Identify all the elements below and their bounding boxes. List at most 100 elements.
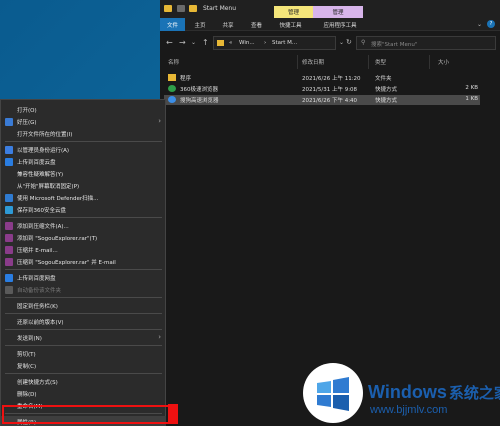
ribbon-tab-0[interactable]: 文件 (160, 18, 185, 31)
menu-item-label: 以管理员身份运行(A) (17, 148, 70, 154)
rar-icon (5, 222, 13, 230)
column-divider[interactable] (368, 55, 369, 69)
menu-item-delete[interactable]: 删除(D) (1, 388, 166, 400)
watermark-brand-en: Windows (368, 382, 447, 402)
file-name: 程序 (180, 76, 192, 82)
column-header-name[interactable]: 名称 (168, 58, 179, 68)
menu-item-label: 添加到 "SogouExplorer.rar"(T) (17, 236, 98, 242)
menu-item-unpin-start[interactable]: 从"开始"屏幕取消固定(P) (1, 180, 166, 192)
menu-item-upload-baidu-2[interactable]: 上传到百度网盘 (1, 272, 166, 284)
menu-item-upload-baidu[interactable]: 上传到百度云盘 (1, 156, 166, 168)
defender-icon (5, 194, 13, 202)
forward-arrow-icon[interactable]: → (179, 38, 186, 47)
menu-item-label: 保存到360安全云盘 (17, 208, 66, 214)
menu-separator (5, 269, 162, 270)
menu-item-compress-rar-email[interactable]: 压缩到 "SogouExplorer.rar" 并 E-mail (1, 256, 166, 268)
menu-item-open-location[interactable]: 打开文件所在的位置(I) (1, 128, 166, 140)
highlight-box (2, 405, 177, 424)
breadcrumb-start-menu[interactable]: Start M... (272, 40, 297, 46)
submenu-arrow-icon: › (158, 333, 161, 341)
column-divider[interactable] (429, 55, 430, 69)
menu-item-add-rar[interactable]: 添加到 "SogouExplorer.rar"(T) (1, 232, 166, 244)
recent-chevron-icon[interactable]: ⌄ (191, 39, 196, 46)
folder-icon (168, 74, 176, 81)
menu-item-label: 兼容性疑难解答(Y) (17, 172, 64, 178)
haozip-icon (5, 118, 13, 126)
menu-item-cut[interactable]: 剪切(T) (1, 348, 166, 360)
rar-icon (5, 234, 13, 242)
menu-item-label: 复制(C) (17, 364, 37, 370)
watermark-brand: Windows系统之家 (368, 382, 500, 403)
folder-icon (164, 5, 172, 12)
menu-item-label: 发送到(N) (17, 336, 42, 342)
file-row[interactable]: 360极速浏览器 2021/5/31 上午 9:08 快捷方式 2 KB (164, 84, 480, 94)
search-box[interactable]: ⚲ 搜索"Start Menu" (356, 36, 496, 50)
menu-item-send-to[interactable]: 发送到(N) › (1, 332, 166, 344)
menu-separator (5, 297, 162, 298)
file-type: 快捷方式 (375, 98, 398, 104)
ribbon-tab-2[interactable]: 共享 (215, 18, 241, 31)
address-overflow[interactable]: « (229, 40, 232, 46)
menu-item-label: 打开文件所在的位置(I) (17, 132, 73, 138)
menu-item-defender[interactable]: 使用 Microsoft Defender扫描... (1, 192, 166, 204)
menu-item-compress-email[interactable]: 压缩并 E-mail... (1, 244, 166, 256)
menu-item-open[interactable]: 打开(O) (1, 104, 166, 116)
cloud-360-icon (5, 206, 13, 214)
file-row[interactable]: 搜狗高速浏览器 2021/6/26 下午 4:40 快捷方式 1 KB (164, 95, 480, 105)
menu-item-label: 好压(G) (17, 120, 37, 126)
menu-item-label: 上传到百度云盘 (17, 160, 56, 166)
submenu-arrow-icon: › (158, 117, 161, 125)
menu-item-protect-360[interactable]: 保存到360安全云盘 (1, 204, 166, 216)
menu-item-run-admin[interactable]: 以管理员身份运行(A) (1, 144, 166, 156)
menu-item-label: 添加到压缩文件(A)... (17, 224, 69, 230)
manage-tab-2[interactable]: 管理 (313, 6, 363, 18)
cloud-icon (5, 158, 13, 166)
menu-separator (5, 217, 162, 218)
address-bar-row: ← → ⌄ ↑ « Win... › Start M... ⌄ ↻ ⚲ 搜索"S… (160, 31, 500, 55)
title-bar: Start Menu 管理 管理 (160, 0, 500, 18)
ribbon-tab-3[interactable]: 查看 (242, 18, 271, 31)
menu-item-auto-backup: 自动备份该文件夹 (1, 284, 166, 296)
new-folder-quick-icon[interactable] (189, 5, 197, 12)
menu-item-copy[interactable]: 复制(C) (1, 360, 166, 372)
menu-item-label: 从"开始"屏幕取消固定(P) (17, 184, 80, 190)
sogou-browser-icon (168, 96, 176, 103)
menu-item-pin-taskbar[interactable]: 固定到任务栏(K) (1, 300, 166, 312)
menu-item-compat[interactable]: 兼容性疑难解答(Y) (1, 168, 166, 180)
rar-icon (5, 246, 13, 254)
column-divider[interactable] (297, 55, 298, 69)
watermark-brand-cn: 系统之家 (448, 385, 500, 402)
column-header-date[interactable]: 修改日期 (302, 58, 324, 68)
ribbon-tab-4[interactable]: 快捷工具 (273, 18, 308, 31)
ribbon-expand-icon[interactable]: ⌄ (477, 21, 482, 28)
file-date: 2021/5/31 上午 9:08 (302, 87, 358, 93)
breadcrumb-separator: › (264, 40, 267, 46)
backup-icon (5, 286, 13, 294)
file-row[interactable]: 程序 2021/6/26 上午 11:20 文件夹 (164, 73, 480, 83)
ribbon-tab-5[interactable]: 应用程序工具 (310, 18, 370, 31)
menu-item-favorite[interactable]: 好压(G) › (1, 116, 166, 128)
help-icon[interactable]: ? (487, 20, 495, 28)
menu-item-add-archive[interactable]: 添加到压缩文件(A)... (1, 220, 166, 232)
file-name: 360极速浏览器 (180, 87, 218, 93)
highlight-marker (168, 404, 178, 424)
search-placeholder: 搜索"Start Menu" (371, 42, 418, 48)
file-size: 2 KB (465, 85, 478, 91)
manage-tab-1[interactable]: 管理 (274, 6, 313, 18)
breadcrumb-windows[interactable]: Win... (239, 40, 255, 46)
address-dropdown-icon[interactable]: ⌄ (339, 39, 344, 46)
column-header-size[interactable]: 大小 (438, 58, 449, 68)
browser-360-icon (168, 85, 176, 92)
ribbon-tab-1[interactable]: 主页 (187, 18, 213, 31)
up-arrow-icon[interactable]: ↑ (202, 38, 209, 47)
windows-logo-icon (303, 363, 363, 423)
address-field[interactable]: « Win... › Start M... (213, 36, 336, 50)
column-header-type[interactable]: 类型 (375, 58, 386, 68)
menu-item-create-shortcut[interactable]: 创建快捷方式(S) (1, 376, 166, 388)
back-arrow-icon[interactable]: ← (166, 38, 173, 47)
properties-quick-icon[interactable] (177, 5, 185, 12)
menu-item-label: 使用 Microsoft Defender扫描... (17, 196, 99, 202)
menu-item-restore[interactable]: 还原以前的版本(V) (1, 316, 166, 328)
refresh-icon[interactable]: ↻ (346, 38, 352, 46)
watermark-url: www.bjjmlv.com (370, 404, 448, 416)
